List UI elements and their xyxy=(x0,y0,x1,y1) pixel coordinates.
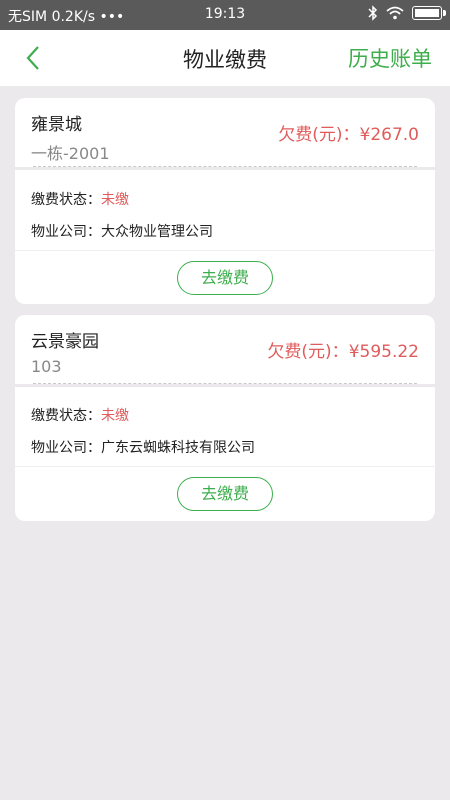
row-separator xyxy=(15,466,435,467)
bill-card-body: 缴费状态：未缴 物业公司：大众物业管理公司 去缴费 xyxy=(15,170,435,304)
wifi-icon xyxy=(386,6,404,20)
property-company-label: 物业公司： xyxy=(31,440,101,456)
chevron-left-icon xyxy=(26,46,39,70)
dashed-divider xyxy=(33,383,417,384)
payment-status-row: 缴费状态：未缴 xyxy=(31,405,129,425)
status-bar: 无SIM 0.2K/s ••• 19:13 xyxy=(0,0,450,30)
bluetooth-icon xyxy=(368,5,378,21)
unit-number: 一栋-2001 xyxy=(31,144,110,163)
payment-status-label: 缴费状态： xyxy=(31,408,101,424)
unit-number: 103 xyxy=(31,357,62,376)
back-button[interactable] xyxy=(18,42,50,74)
owed-value: ¥595.22 xyxy=(348,342,419,362)
community-name: 雍景城 xyxy=(31,115,82,135)
owed-label: 欠费(元)： xyxy=(278,125,360,145)
owed-label: 欠费(元)： xyxy=(267,342,349,362)
property-company-row: 物业公司：大众物业管理公司 xyxy=(31,221,213,241)
row-separator xyxy=(15,250,435,251)
navigation-bar: 物业缴费 历史账单 xyxy=(0,30,450,86)
battery-icon xyxy=(412,6,446,20)
property-company-label: 物业公司： xyxy=(31,224,101,240)
dashed-divider xyxy=(33,166,417,167)
payment-status-value: 未缴 xyxy=(101,192,129,208)
bill-card-body: 缴费状态：未缴 物业公司：广东云蜘蛛科技有限公司 去缴费 xyxy=(15,387,435,521)
status-right xyxy=(368,5,446,21)
pay-button[interactable]: 去缴费 xyxy=(177,261,273,295)
bill-card-header: 云景豪园 103 欠费(元)：¥595.22 xyxy=(15,315,435,384)
pay-button[interactable]: 去缴费 xyxy=(177,477,273,511)
bill-card-header: 雍景城 一栋-2001 欠费(元)：¥267.0 xyxy=(15,98,435,167)
property-company-value: 大众物业管理公司 xyxy=(101,224,213,240)
owed-amount: 欠费(元)：¥595.22 xyxy=(267,337,419,362)
history-bills-button[interactable]: 历史账单 xyxy=(348,43,432,73)
owed-amount: 欠费(元)：¥267.0 xyxy=(278,120,419,145)
owed-value: ¥267.0 xyxy=(359,125,419,145)
payment-status-row: 缴费状态：未缴 xyxy=(31,189,129,209)
property-company-row: 物业公司：广东云蜘蛛科技有限公司 xyxy=(31,437,255,457)
payment-status-label: 缴费状态： xyxy=(31,192,101,208)
payment-status-value: 未缴 xyxy=(101,408,129,424)
property-company-value: 广东云蜘蛛科技有限公司 xyxy=(101,440,255,456)
community-name: 云景豪园 xyxy=(31,332,99,352)
